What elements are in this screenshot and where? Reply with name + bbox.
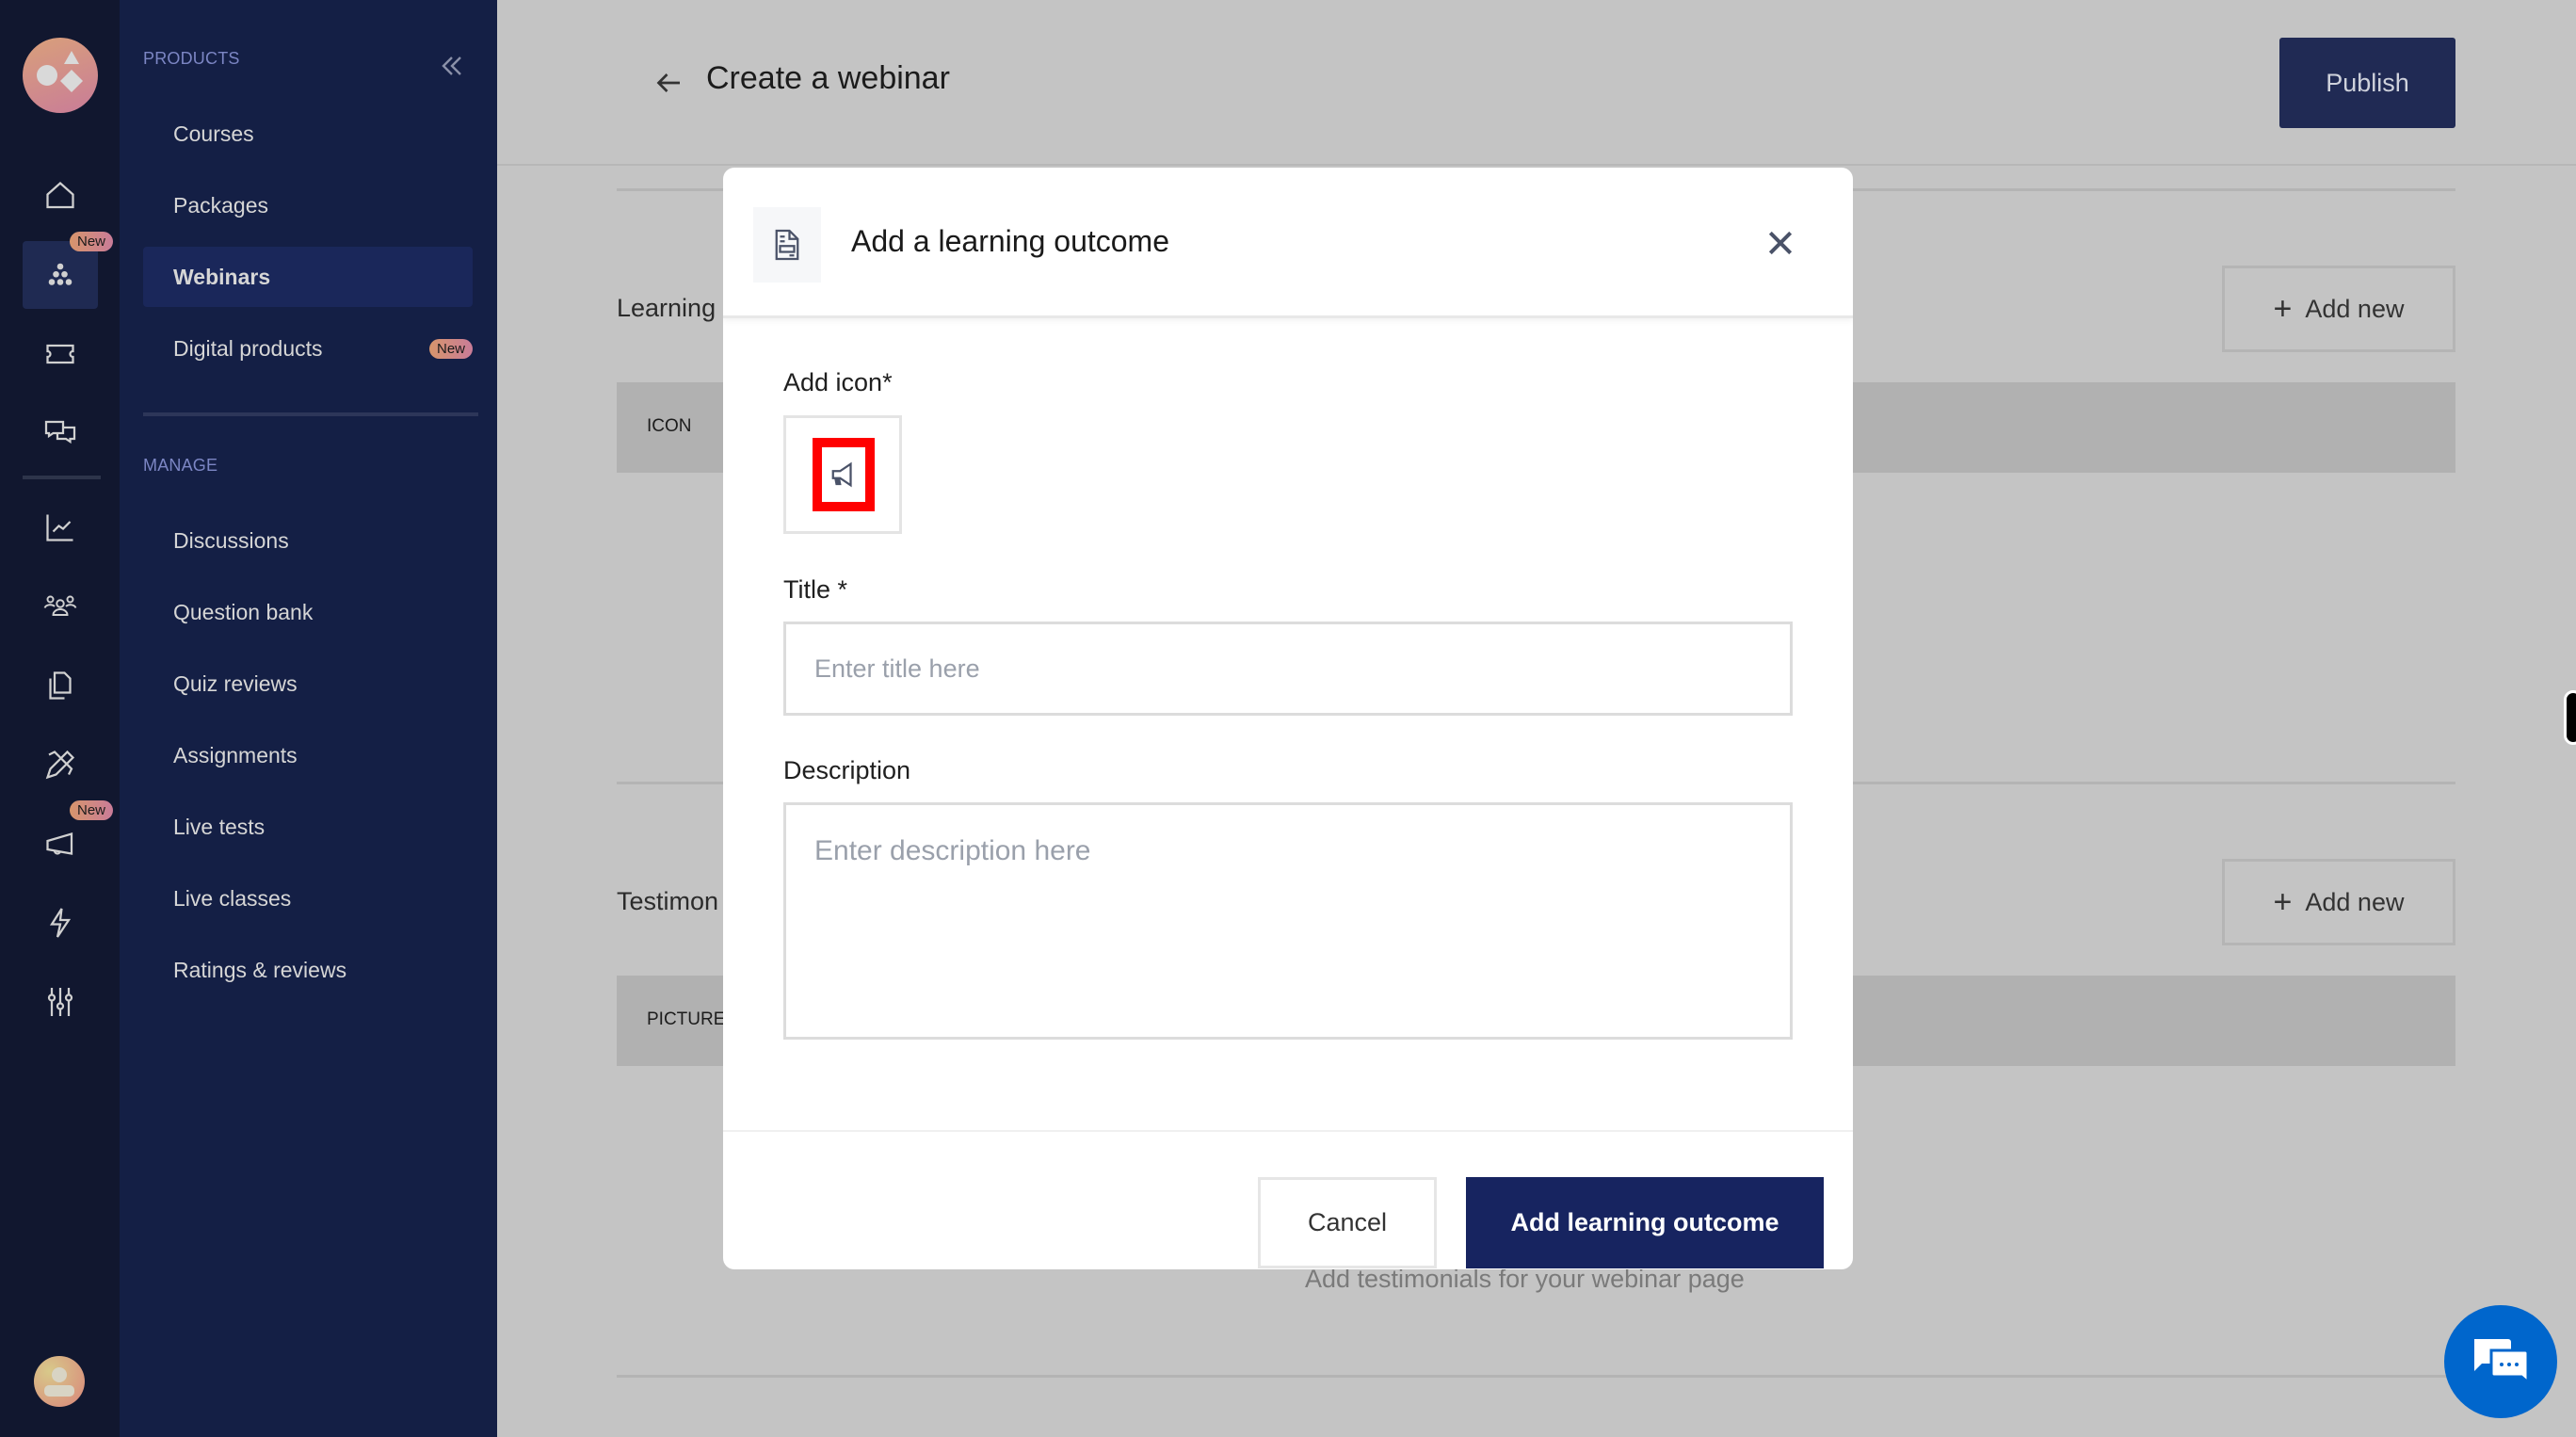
sidebar-item-label: Digital products (173, 335, 323, 361)
add-learning-outcome-button[interactable]: + Add new (2222, 266, 2455, 352)
sidebar-item-label: Courses (173, 121, 254, 146)
add-learning-outcome-modal: Add a learning outcome Add icon* Title *… (723, 168, 1853, 1269)
tools-icon (45, 750, 75, 780)
sidebar-item-digital-products[interactable]: Digital products New (143, 318, 473, 379)
user-avatar[interactable] (34, 1356, 85, 1407)
add-learning-outcome-submit-button[interactable]: Add learning outcome (1466, 1177, 1824, 1268)
modal-header: Add a learning outcome (723, 168, 1853, 318)
sidebar-item-assignments[interactable]: Assignments (143, 725, 473, 785)
rail-divider (23, 476, 101, 479)
plus-icon: + (2273, 290, 2293, 327)
testimonials-section-title: Testimon (617, 887, 719, 915)
add-new-label: Add new (2305, 294, 2405, 323)
icon-rail: New New (0, 0, 120, 1437)
sidebar-item-label: Packages (173, 192, 269, 218)
user-icon (44, 1367, 74, 1397)
rail-documents[interactable] (23, 652, 98, 719)
chat-bubbles-icon (2474, 1339, 2530, 1386)
title-input[interactable] (783, 622, 1793, 716)
sidebar-item-label: Ratings & reviews (173, 957, 347, 982)
sidebar-item-live-classes[interactable]: Live classes (143, 868, 473, 928)
rail-home[interactable] (23, 162, 98, 230)
sidebar-item-courses[interactable]: Courses (143, 104, 473, 164)
selected-icon-highlight[interactable] (813, 438, 875, 511)
publish-button[interactable]: Publish (2279, 38, 2455, 128)
close-modal-button[interactable] (1765, 228, 1795, 258)
title-label: Title * (783, 575, 848, 604)
users-icon (43, 595, 77, 616)
sidebar-item-quiz-reviews[interactable]: Quiz reviews (143, 654, 473, 714)
settings-sliders-icon (47, 988, 73, 1016)
page-header: Create a webinar Publish (497, 0, 2576, 166)
sidebar-item-question-bank[interactable]: Question bank (143, 582, 473, 642)
section-divider (617, 1375, 2455, 1378)
description-textarea[interactable] (783, 802, 1793, 1040)
rail-products[interactable]: New (23, 232, 113, 309)
sidebar: PRODUCTS Courses Packages Webinars Digit… (120, 0, 497, 1437)
rail-ticket[interactable] (23, 320, 98, 388)
sidebar-item-live-tests[interactable]: Live tests (143, 797, 473, 857)
sidebar-item-label: Question bank (173, 599, 314, 624)
sidebar-item-webinars[interactable]: Webinars (143, 247, 473, 307)
sidebar-item-label: Live tests (173, 814, 266, 839)
sidebar-item-label: Assignments (173, 742, 298, 767)
new-badge: New (69, 800, 113, 820)
manage-section-label: MANAGE (143, 456, 218, 475)
add-icon-label: Add icon* (783, 368, 893, 396)
sidebar-item-label: Webinars (173, 264, 271, 289)
side-tab-handle[interactable] (2564, 690, 2576, 745)
modal-icon-container (753, 207, 821, 283)
add-new-label: Add new (2305, 887, 2405, 916)
rail-settings[interactable] (23, 968, 98, 1036)
sidebar-item-label: Discussions (173, 527, 289, 553)
lightning-icon (49, 908, 72, 938)
document-icon (775, 229, 799, 261)
rail-automation[interactable] (23, 889, 98, 957)
rail-users[interactable] (23, 573, 98, 640)
icon-picker[interactable] (783, 415, 902, 534)
megaphone-icon (46, 832, 73, 855)
products-icon (48, 263, 72, 285)
sidebar-item-packages[interactable]: Packages (143, 175, 473, 235)
sidebar-item-ratings-reviews[interactable]: Ratings & reviews (143, 940, 473, 1000)
rail-analytics[interactable] (23, 493, 98, 561)
home-icon (46, 181, 74, 209)
column-header-picture: PICTURE (647, 1009, 726, 1029)
rail-discussions[interactable] (23, 399, 98, 467)
rail-marketing[interactable]: New (23, 800, 113, 878)
new-badge: New (69, 232, 113, 251)
modal-title: Add a learning outcome (851, 224, 1169, 258)
megaphone-icon (831, 461, 852, 488)
close-icon (1768, 231, 1793, 255)
shapes-logo-icon (37, 51, 83, 92)
ticket-icon (46, 344, 74, 364)
chat-icon (44, 420, 76, 444)
new-badge: New (428, 338, 473, 359)
rail-tools[interactable] (23, 731, 98, 799)
sidebar-item-label: Live classes (173, 885, 292, 911)
collapse-sidebar-icon[interactable] (435, 49, 469, 83)
description-label: Description (783, 756, 911, 784)
page-title: Create a webinar (706, 60, 950, 96)
back-arrow-icon[interactable] (652, 66, 685, 100)
sidebar-item-discussions[interactable]: Discussions (143, 510, 473, 571)
plus-icon: + (2273, 883, 2293, 920)
sidebar-item-label: Quiz reviews (173, 670, 298, 696)
brand-logo[interactable] (23, 38, 98, 113)
column-header-icon: ICON (647, 416, 692, 436)
sidebar-divider (143, 412, 478, 416)
cancel-button[interactable]: Cancel (1258, 1177, 1437, 1268)
chat-support-button[interactable] (2444, 1305, 2557, 1418)
documents-icon (49, 671, 72, 700)
analytics-icon (46, 514, 73, 541)
modal-footer: Cancel Add learning outcome (723, 1130, 1853, 1269)
products-section-label: PRODUCTS (143, 49, 240, 68)
learning-outcomes-section-title: Learning (617, 294, 716, 322)
add-testimonial-button[interactable]: + Add new (2222, 859, 2455, 945)
